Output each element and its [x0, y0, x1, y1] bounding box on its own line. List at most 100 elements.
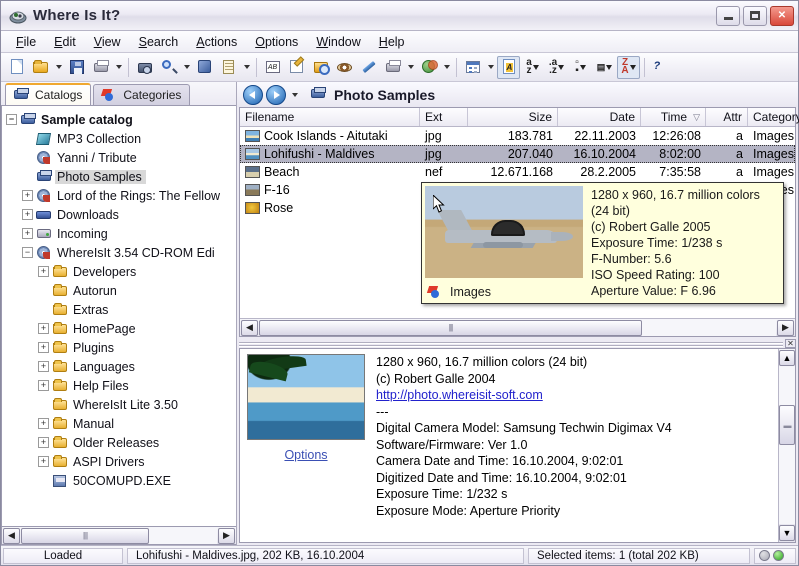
history-dropdown-icon[interactable] — [289, 85, 300, 105]
preview-eye-icon[interactable] — [333, 56, 356, 79]
tree-item[interactable]: +Incoming — [4, 224, 236, 243]
tree-item[interactable]: −WhereIsIt 3.54 CD-ROM Edi — [4, 243, 236, 262]
menu-edit[interactable]: Edit — [45, 33, 85, 51]
column-header-date[interactable]: Date — [558, 108, 641, 126]
detail-vscroll-thumb[interactable]: ▬ — [779, 405, 795, 445]
tree-expander-plus-icon[interactable]: + — [38, 380, 49, 391]
detail-vscroll-track[interactable]: ▬ — [779, 367, 795, 524]
list-hscroll-thumb[interactable]: |||| — [259, 320, 642, 336]
tab-catalogs[interactable]: Catalogs — [5, 83, 91, 105]
tree-item[interactable]: MP3 Collection — [4, 129, 236, 148]
open-catalog-dropdown-icon[interactable] — [53, 56, 64, 79]
splitter-grip[interactable] — [239, 341, 783, 347]
column-header-ext[interactable]: Ext — [420, 108, 468, 126]
catalog-tree[interactable]: −Sample catalogMP3 CollectionYanni / Tri… — [1, 105, 236, 527]
table-row[interactable]: Cook Islands - Aitutakijpg183.78122.11.2… — [240, 127, 795, 145]
tree-item[interactable]: +Manual — [4, 414, 236, 433]
search-results-icon[interactable] — [193, 56, 216, 79]
photo-site-link[interactable]: http://photo.whereisit-soft.com — [376, 388, 543, 402]
menu-help[interactable]: Help — [370, 33, 414, 51]
close-button[interactable]: ✕ — [770, 6, 794, 26]
sort-size-asc-icon[interactable]: ▫▪ — [569, 56, 592, 79]
tree-scroll-right-icon[interactable]: ▶ — [218, 528, 235, 544]
menu-window[interactable]: Window — [307, 33, 369, 51]
detail-scroll-down-icon[interactable]: ▼ — [779, 525, 795, 541]
forward-button[interactable] — [266, 85, 286, 105]
tree-item[interactable]: +Downloads — [4, 205, 236, 224]
tree-expander-minus-icon[interactable]: − — [6, 114, 17, 125]
sort-ext-asc-icon[interactable]: .a.z — [545, 56, 568, 79]
view-mode-dropdown-icon[interactable] — [485, 56, 496, 79]
options-link[interactable]: Options — [284, 448, 327, 462]
menu-options[interactable]: Options — [246, 33, 307, 51]
menu-search[interactable]: Search — [130, 33, 188, 51]
tree-item[interactable]: +Older Releases — [4, 433, 236, 452]
tree-item[interactable]: +Plugins — [4, 338, 236, 357]
menu-file[interactable]: File — [7, 33, 45, 51]
tree-expander-plus-icon[interactable]: + — [38, 418, 49, 429]
search-dropdown-icon[interactable] — [181, 56, 192, 79]
tree-expander-plus-icon[interactable]: + — [22, 209, 33, 220]
table-row[interactable]: Beachnef12.671.16828.2.20057:35:58aImage… — [240, 163, 795, 181]
tree-item[interactable]: Extras — [4, 300, 236, 319]
scan-disk-icon[interactable] — [133, 56, 156, 79]
sort-desc-icon[interactable]: ZA — [617, 56, 640, 79]
export-dropdown-icon[interactable] — [405, 56, 416, 79]
list-hscroll-track[interactable]: |||| — [259, 320, 776, 336]
column-header-time[interactable]: Time▽ — [641, 108, 706, 126]
print-icon[interactable] — [89, 56, 112, 79]
tree-scroll-left-icon[interactable]: ◀ — [3, 528, 20, 544]
save-catalog-icon[interactable] — [65, 56, 88, 79]
maximize-button[interactable] — [743, 6, 767, 26]
rename-icon[interactable]: AB — [261, 56, 284, 79]
column-header-attr[interactable]: Attr — [706, 108, 748, 126]
tree-expander-plus-icon[interactable]: + — [38, 342, 49, 353]
tab-categories[interactable]: Categories — [93, 84, 190, 105]
page-layout-icon[interactable] — [497, 56, 520, 79]
table-row[interactable]: Lohifushi - Maldivesjpg207.04016.10.2004… — [240, 145, 795, 163]
sort-date-asc-icon[interactable]: ▤ — [593, 56, 616, 79]
tree-hscrollbar[interactable]: ◀ |||| ▶ — [1, 527, 236, 545]
tree-item[interactable]: Yanni / Tribute — [4, 148, 236, 167]
column-header-filename[interactable]: Filename — [240, 108, 420, 126]
tree-hscroll-track[interactable]: |||| — [21, 528, 217, 544]
thumbnail-pen-icon[interactable] — [357, 56, 380, 79]
report-dropdown-icon[interactable] — [241, 56, 252, 79]
pane-splitter[interactable]: ✕ — [239, 339, 796, 348]
export-icon[interactable] — [381, 56, 404, 79]
print-dropdown-icon[interactable] — [113, 56, 124, 79]
tree-expander-plus-icon[interactable]: + — [22, 228, 33, 239]
column-header-size[interactable]: Size — [468, 108, 558, 126]
categories-icon[interactable] — [417, 56, 440, 79]
back-button[interactable] — [243, 85, 263, 105]
tree-item[interactable]: 50COMUPD.EXE — [4, 471, 236, 490]
tree-item[interactable]: −Sample catalog — [4, 110, 236, 129]
tree-item[interactable]: +Lord of the Rings: The Fellow — [4, 186, 236, 205]
tree-expander-plus-icon[interactable]: + — [38, 456, 49, 467]
categories-dropdown-icon[interactable] — [441, 56, 452, 79]
tree-item[interactable]: +Developers — [4, 262, 236, 281]
edit-description-icon[interactable] — [285, 56, 308, 79]
tree-expander-plus-icon[interactable]: + — [38, 361, 49, 372]
menu-view[interactable]: View — [85, 33, 130, 51]
tree-item[interactable]: Autorun — [4, 281, 236, 300]
search-icon[interactable] — [157, 56, 180, 79]
new-catalog-icon[interactable] — [5, 56, 28, 79]
close-detail-pane-icon[interactable]: ✕ — [785, 339, 796, 348]
tree-item[interactable]: WhereIsIt Lite 3.50 — [4, 395, 236, 414]
context-help-icon[interactable]: ? — [649, 56, 672, 79]
tree-item[interactable]: +Help Files — [4, 376, 236, 395]
minimize-button[interactable] — [716, 6, 740, 26]
tree-hscroll-thumb[interactable]: |||| — [21, 528, 149, 544]
report-icon[interactable] — [217, 56, 240, 79]
tree-expander-plus-icon[interactable]: + — [38, 266, 49, 277]
tree-item[interactable]: Photo Samples — [4, 167, 236, 186]
tree-expander-plus-icon[interactable]: + — [38, 323, 49, 334]
detail-vscrollbar[interactable]: ▲ ▬ ▼ — [778, 349, 795, 542]
view-mode-icon[interactable] — [461, 56, 484, 79]
menu-actions[interactable]: Actions — [187, 33, 246, 51]
file-list-hscrollbar[interactable]: ◀ |||| ▶ — [240, 318, 795, 336]
list-scroll-left-icon[interactable]: ◀ — [241, 320, 258, 336]
tree-expander-minus-icon[interactable]: − — [22, 247, 33, 258]
list-scroll-right-icon[interactable]: ▶ — [777, 320, 794, 336]
